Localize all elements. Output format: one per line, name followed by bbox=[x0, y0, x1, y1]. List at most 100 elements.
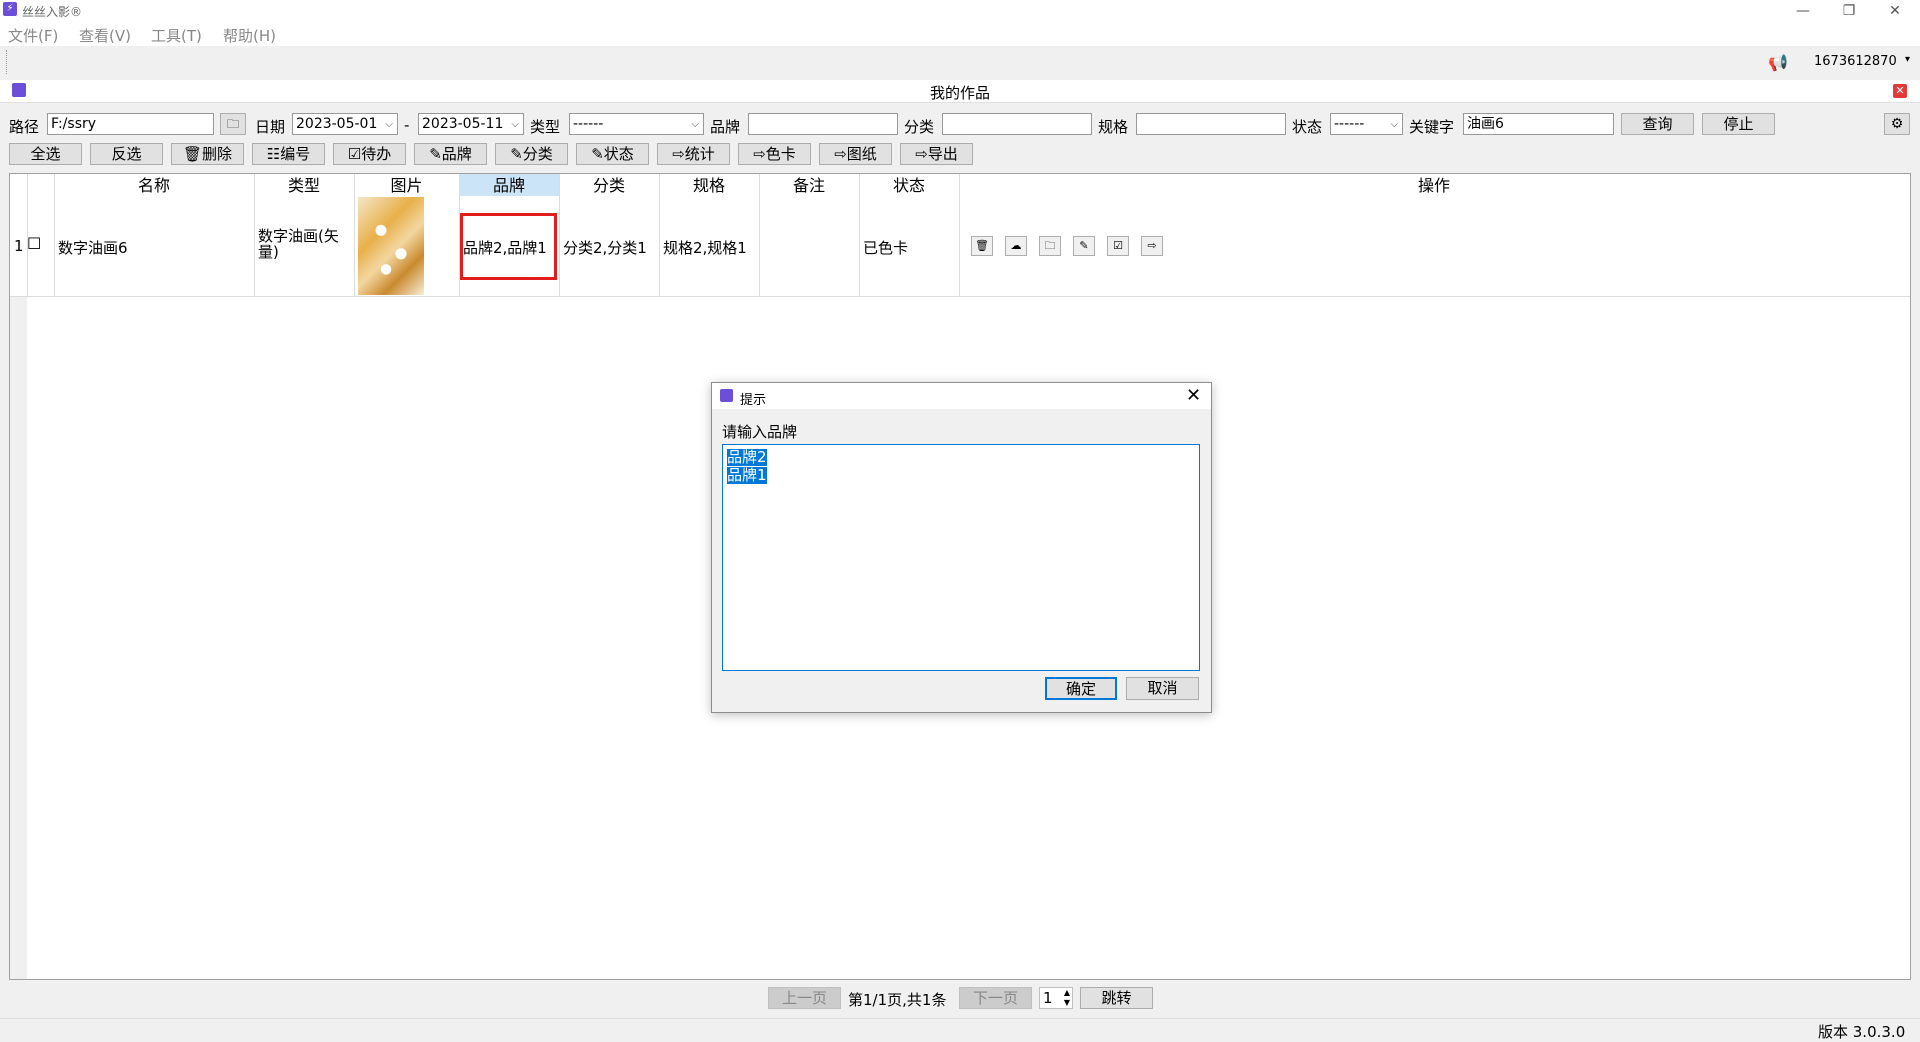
user-id: 1673612870 bbox=[1814, 54, 1897, 69]
cancel-button[interactable]: 取消 bbox=[1126, 677, 1199, 700]
status-bar bbox=[0, 1018, 1920, 1041]
prev-page-button[interactable]: 上一页 bbox=[768, 987, 841, 1009]
path-input[interactable]: F:/ssry bbox=[47, 113, 214, 135]
dialog-logo-icon bbox=[720, 389, 733, 402]
user-menu-chevron-icon[interactable]: ▾ bbox=[1905, 54, 1910, 65]
edit-status-button[interactable]: ✎状态 bbox=[576, 143, 649, 165]
invert-selection-button[interactable]: 反选 bbox=[90, 143, 163, 165]
restore-button[interactable]: ❐ bbox=[1826, 0, 1872, 22]
inner-window-title: 我的作品 bbox=[929, 84, 990, 102]
menu-help[interactable]: 帮助(H) bbox=[223, 25, 276, 46]
cell-type[interactable]: 数字油画(矢量) bbox=[258, 228, 350, 260]
dialog-close-icon[interactable]: ✕ bbox=[1186, 385, 1201, 406]
col-header-image[interactable]: 图片 bbox=[354, 175, 459, 197]
col-header-spec[interactable]: 规格 bbox=[659, 175, 759, 197]
status-select-value: ------ bbox=[1334, 116, 1365, 132]
dialog-titlebar[interactable] bbox=[712, 383, 1211, 409]
edit-brand-button[interactable]: ✎品牌 bbox=[414, 143, 487, 165]
chevron-down-icon: ⌵ bbox=[511, 119, 519, 130]
type-label: 类型 bbox=[530, 118, 561, 136]
inner-close-icon[interactable]: ✕ bbox=[1893, 84, 1907, 98]
page-info: 第1/1页,共1条 bbox=[848, 991, 947, 1009]
stop-button[interactable]: 停止 bbox=[1702, 113, 1775, 135]
delete-button[interactable]: 🗑删除 bbox=[171, 143, 244, 165]
row-cloud-icon[interactable]: ☁ bbox=[1005, 236, 1027, 256]
row-edit-icon[interactable]: ✎ bbox=[1073, 236, 1095, 256]
row-folder-icon[interactable]: 🗀 bbox=[1039, 236, 1061, 256]
select-all-button[interactable]: 全选 bbox=[9, 143, 82, 165]
version-label: 版本 3.0.3.0 bbox=[1818, 1023, 1906, 1041]
dialog-title: 提示 bbox=[740, 393, 767, 408]
edit-category-button[interactable]: ✎分类 bbox=[495, 143, 568, 165]
col-header-name[interactable]: 名称 bbox=[54, 175, 254, 197]
path-label: 路径 bbox=[9, 118, 40, 136]
top-toolbar bbox=[0, 46, 1920, 81]
spec-input[interactable] bbox=[1136, 113, 1286, 135]
date-to-value: 2023-05-11 bbox=[422, 116, 504, 132]
query-button[interactable]: 查询 bbox=[1621, 113, 1694, 135]
title-bar bbox=[0, 0, 1920, 22]
col-header-category[interactable]: 分类 bbox=[559, 175, 659, 197]
col-header-ops[interactable]: 操作 bbox=[959, 175, 1909, 197]
minimize-button[interactable]: — bbox=[1780, 0, 1826, 22]
cell-category[interactable]: 分类2,分类1 bbox=[563, 237, 647, 258]
chevron-down-icon: ⌵ bbox=[385, 119, 393, 130]
row-checkbox[interactable]: ☐ bbox=[27, 234, 41, 253]
brand-label: 品牌 bbox=[710, 118, 741, 136]
textarea-line: 品牌1 bbox=[727, 466, 767, 484]
next-page-button[interactable]: 下一页 bbox=[959, 987, 1032, 1009]
cell-spec[interactable]: 规格2,规格1 bbox=[663, 237, 747, 258]
col-header-brand[interactable]: 品牌 bbox=[459, 175, 559, 197]
brand-input[interactable] bbox=[748, 113, 898, 135]
settings-button[interactable]: ⚙ bbox=[1884, 113, 1910, 135]
menu-bar bbox=[0, 22, 1920, 46]
row-todo-icon[interactable]: ☑ bbox=[1107, 236, 1129, 256]
folder-browse-button[interactable]: 🗀 bbox=[220, 113, 246, 135]
cell-status[interactable]: 已色卡 bbox=[863, 237, 908, 258]
toolbar-grip[interactable] bbox=[6, 50, 10, 74]
artwork-thumbnail[interactable] bbox=[358, 197, 424, 295]
row-divider bbox=[10, 296, 1910, 297]
col-header-status[interactable]: 状态 bbox=[859, 175, 959, 197]
export-button[interactable]: ⇨导出 bbox=[900, 143, 973, 165]
menu-tools[interactable]: 工具(T) bbox=[151, 25, 202, 46]
ok-button[interactable]: 确定 bbox=[1045, 677, 1117, 700]
date-from-picker[interactable]: 2023-05-01 ⌵ bbox=[292, 113, 398, 135]
type-select[interactable]: ------ ⌵ bbox=[569, 113, 704, 135]
date-label: 日期 bbox=[255, 118, 286, 136]
keyword-label: 关键字 bbox=[1409, 118, 1455, 136]
stats-button[interactable]: ⇨统计 bbox=[657, 143, 730, 165]
color-card-button[interactable]: ⇨色卡 bbox=[738, 143, 811, 165]
brand-textarea[interactable]: 品牌2 品牌1 bbox=[722, 444, 1200, 671]
category-input[interactable] bbox=[942, 113, 1092, 135]
status-label: 状态 bbox=[1292, 118, 1323, 136]
drawing-button[interactable]: ⇨图纸 bbox=[819, 143, 892, 165]
textarea-line: 品牌2 bbox=[727, 448, 767, 466]
number-button[interactable]: ☷编号 bbox=[252, 143, 325, 165]
stepper-arrows-icon[interactable]: ▲ ▼ bbox=[1064, 988, 1070, 1008]
row-index: 1 bbox=[14, 237, 24, 255]
dialog-prompt: 请输入品牌 bbox=[722, 423, 798, 441]
col-header-remark[interactable]: 备注 bbox=[759, 175, 859, 197]
date-from-value: 2023-05-01 bbox=[296, 116, 378, 132]
keyword-input[interactable]: 油画6 bbox=[1463, 113, 1614, 135]
megaphone-icon[interactable]: 📢 bbox=[1768, 53, 1788, 72]
row-header-strip bbox=[10, 296, 27, 979]
col-header-type[interactable]: 类型 bbox=[254, 175, 354, 197]
app-title: 丝丝入影® bbox=[22, 5, 83, 19]
menu-view[interactable]: 查看(V) bbox=[79, 25, 131, 46]
row-export-icon[interactable]: ⇨ bbox=[1141, 236, 1163, 256]
status-select[interactable]: ------ ⌵ bbox=[1330, 113, 1403, 135]
chevron-down-icon: ⌵ bbox=[691, 119, 699, 130]
category-label: 分类 bbox=[904, 118, 935, 136]
close-button[interactable]: ✕ bbox=[1872, 0, 1918, 22]
jump-button[interactable]: 跳转 bbox=[1080, 987, 1153, 1009]
menu-file[interactable]: 文件(F) bbox=[8, 25, 58, 46]
date-separator: - bbox=[404, 116, 410, 134]
page-number-stepper[interactable]: 1 ▲ ▼ bbox=[1039, 987, 1073, 1009]
date-to-picker[interactable]: 2023-05-11 ⌵ bbox=[418, 113, 524, 135]
row-delete-icon[interactable]: 🗑 bbox=[971, 236, 993, 256]
page-number-value: 1 bbox=[1043, 989, 1053, 1007]
cell-name[interactable]: 数字油画6 bbox=[58, 237, 128, 258]
todo-button[interactable]: ☑待办 bbox=[333, 143, 406, 165]
